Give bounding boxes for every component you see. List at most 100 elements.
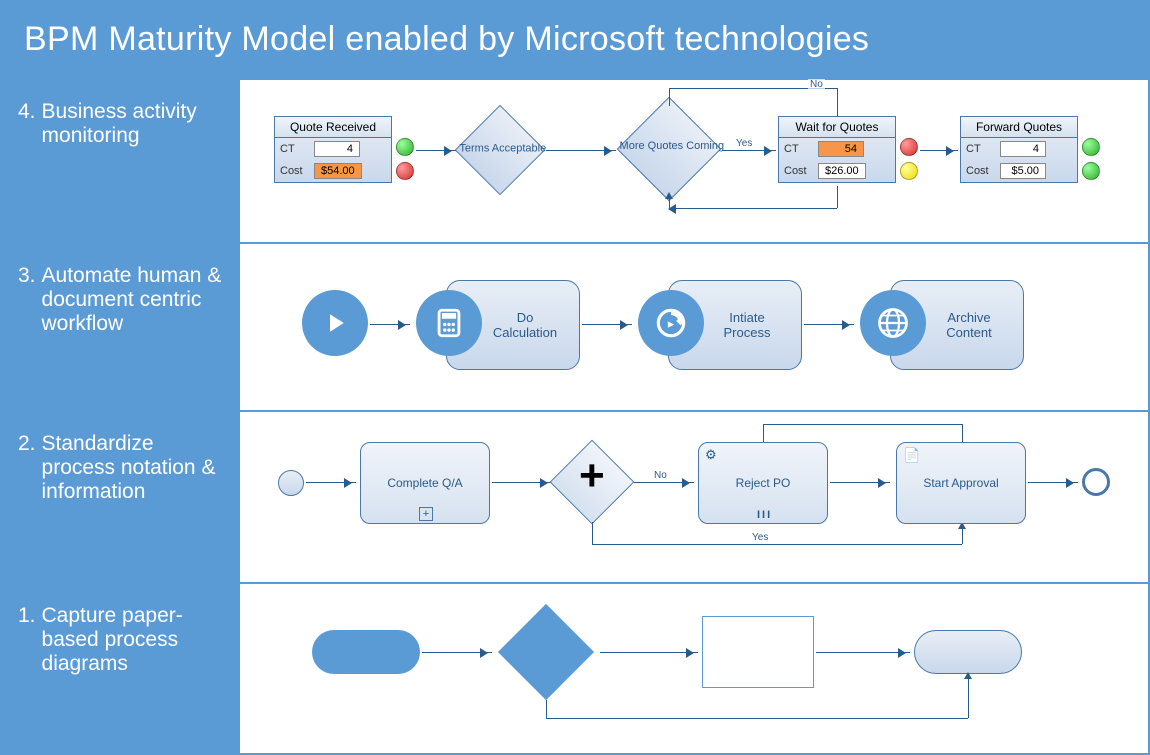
gateway-plus-icon: + [579, 451, 605, 501]
arrow-icon [634, 482, 694, 483]
bam-box1-cost-lbl: Cost [280, 165, 308, 177]
line-icon [669, 208, 837, 209]
arrowhead-up-icon [665, 188, 673, 199]
decision-diamond-icon [498, 604, 594, 700]
line-icon [962, 424, 963, 442]
status-dot-green-icon [1082, 138, 1100, 156]
bpmn-start-event-icon [278, 470, 304, 496]
bpmn-gateway: + [550, 440, 635, 525]
bpmn-task3-label: Start Approval [923, 476, 998, 490]
stage1-label: Do Calculation [485, 310, 565, 340]
status-dot-green-icon [1082, 162, 1100, 180]
arrow-icon [422, 652, 492, 653]
globe-icon [860, 290, 926, 356]
arrow-icon [920, 150, 958, 151]
bpmn-task-complete-qa: Complete Q/A + [360, 442, 490, 524]
row-4: 4. Business activity monitoring Quote Re… [2, 77, 1148, 242]
decision1-label: Terms Acceptable [443, 143, 563, 155]
bpmn-task1-label: Complete Q/A [387, 476, 462, 490]
stage3-label: Archive Content [929, 310, 1009, 340]
row-3-content: Do Calculation Intiate Process Archive C… [240, 244, 1148, 410]
bam-box2-cost-val: $26.00 [818, 163, 866, 179]
status-dot-yellow-icon [900, 162, 918, 180]
bpmn-task2-label: Reject PO [736, 476, 791, 490]
status-dot-red-icon [900, 138, 918, 156]
bam-box-quote-received: Quote Received CT 4 Cost $54.00 [274, 116, 392, 183]
row-1-text: Capture paper-based process diagrams [42, 604, 224, 676]
decision-terms-acceptable: Terms Acceptable [455, 105, 546, 196]
arrow-icon [582, 324, 632, 325]
bam-box2-title: Wait for Quotes [779, 117, 895, 138]
arrow-icon [816, 652, 910, 653]
row-1: 1. Capture paper-based process diagrams [2, 582, 1148, 753]
row-1-content [240, 584, 1148, 753]
bam-box3-title: Forward Quotes [961, 117, 1077, 138]
diagram-frame: BPM Maturity Model enabled by Microsoft … [0, 0, 1150, 755]
arrow-icon [804, 324, 854, 325]
row-3-text: Automate human & document centric workfl… [42, 264, 224, 336]
decision2-label: More Quotes Coming [612, 140, 732, 152]
row-4-content: Quote Received CT 4 Cost $54.00 Terms Acce… [240, 80, 1148, 242]
page-title: BPM Maturity Model enabled by Microsoft … [2, 2, 1148, 77]
stage2-label: Intiate Process [707, 310, 787, 340]
arrowhead-up-icon [964, 668, 972, 679]
row-2-content: Complete Q/A + + No Yes Reject PO ⚙ [240, 412, 1148, 582]
bpmn-task-start-approval: Start Approval 📄 [896, 442, 1026, 524]
multi-instance-marker-icon: III [757, 509, 772, 521]
arrow-icon [722, 150, 776, 151]
arrow-icon [546, 150, 616, 151]
row-2-num: 2. [18, 432, 36, 456]
row-3-label: 3. Automate human & document centric wor… [2, 244, 240, 410]
bam-box2-ct-lbl: CT [784, 143, 812, 155]
terminator-start-icon [312, 630, 420, 674]
subprocess-marker-icon: + [419, 507, 433, 521]
line-icon [592, 522, 593, 544]
line-icon [837, 88, 838, 116]
script-task-icon: 📄 [903, 447, 920, 464]
arrow-icon [492, 482, 552, 483]
edge-no: No [652, 470, 669, 481]
bam-box3-ct-lbl: CT [966, 143, 994, 155]
bam-box1-cost-val: $54.00 [314, 163, 362, 179]
bpmn-end-event-icon [1082, 468, 1110, 496]
bam-box3-ct-val: 4 [1000, 141, 1046, 157]
play-icon [302, 290, 368, 356]
process-cycle-icon [638, 290, 704, 356]
arrow-icon [830, 482, 890, 483]
bam-box1-ct-val: 4 [314, 141, 360, 157]
bam-box3-cost-val: $5.00 [1000, 163, 1046, 179]
row-2-text: Standardize process notation & informati… [42, 432, 224, 504]
bpmn-task-reject-po: Reject PO ⚙ III [698, 442, 828, 524]
line-icon [669, 88, 670, 106]
arrow-icon [306, 482, 356, 483]
bam-box-forward-quotes: Forward Quotes CT4 Cost$5.00 [960, 116, 1078, 183]
row-1-label: 1. Capture paper-based process diagrams [2, 584, 240, 753]
row-1-num: 1. [18, 604, 36, 628]
line-icon [546, 700, 547, 718]
rows-container: 4. Business activity monitoring Quote Re… [2, 77, 1148, 753]
calculator-icon [416, 290, 482, 356]
arrow-icon [1028, 482, 1078, 483]
arrow-icon [370, 324, 410, 325]
row-4-num: 4. [18, 100, 36, 124]
line-icon [968, 674, 969, 718]
decision-more-quotes: More Quotes Coming [617, 97, 722, 202]
row-2-label: 2. Standardize process notation & inform… [2, 412, 240, 582]
row-2: 2. Standardize process notation & inform… [2, 410, 1148, 582]
process-rect-icon [702, 616, 814, 688]
bam-box2-cost-lbl: Cost [784, 165, 812, 177]
line-icon [546, 718, 968, 719]
line-icon [837, 186, 838, 208]
line-icon [763, 424, 764, 442]
status-dot-red-icon [396, 162, 414, 180]
row-4-text: Business activity monitoring [42, 100, 224, 148]
arrow-icon [416, 150, 456, 151]
edge-no: No [808, 79, 825, 90]
edge-yes: Yes [734, 138, 754, 149]
arrow-icon [600, 652, 698, 653]
service-task-gear-icon: ⚙ [705, 447, 717, 463]
line-icon [592, 544, 962, 545]
bam-box1-title: Quote Received [275, 117, 391, 138]
bam-box1-ct-lbl: CT [280, 143, 308, 155]
row-3: 3. Automate human & document centric wor… [2, 242, 1148, 410]
